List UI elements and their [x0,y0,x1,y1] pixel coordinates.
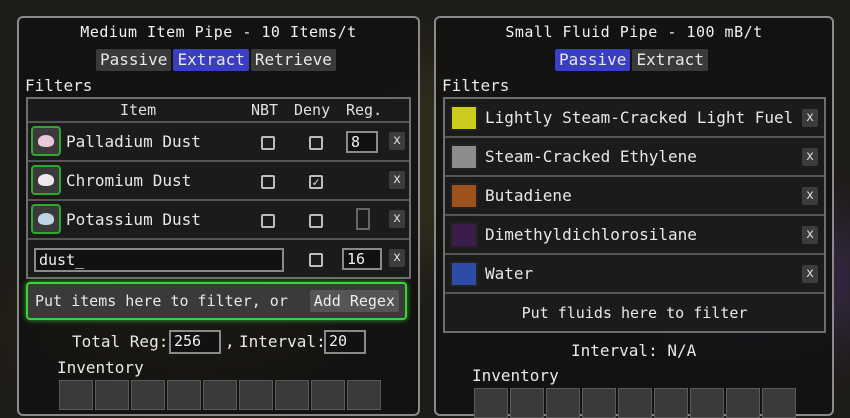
item-name: Palladium Dust [66,132,201,151]
total-reg-field[interactable]: 256 [169,330,221,354]
item-drop-area[interactable]: Put items here to filter, or Add Regex [26,282,407,320]
inventory-slot[interactable] [95,380,129,410]
filter-row: Potassium Dust x [28,201,409,240]
remove-filter-button[interactable]: x [389,249,405,267]
fluid-swatch-icon[interactable] [450,261,478,287]
inventory-slot[interactable] [239,380,273,410]
mode-extract-button[interactable]: Extract [173,49,249,71]
fluid-name: Lightly Steam-Cracked Light Fuel [485,108,794,127]
inventory-slot[interactable] [690,388,724,418]
inventory-slot[interactable] [510,388,544,418]
inventory-label: Inventory [57,358,144,377]
mode-extract-button[interactable]: Extract [632,49,708,71]
inventory-slot[interactable] [275,380,309,410]
reg-disabled-field [356,208,370,230]
fluid-pipe-title: Small Fluid Pipe - 100 mB/t [505,23,763,41]
fluid-pipe-mode-tabs: Passive Extract [555,49,708,71]
fluid-row: Butadiene x [445,177,824,216]
inventory-slot[interactable] [582,388,616,418]
header-item: Item [120,101,157,119]
inventory-slot[interactable] [59,380,93,410]
remove-filter-button[interactable]: x [389,210,405,228]
inventory-slot[interactable] [618,388,652,418]
item-slot[interactable] [31,126,61,156]
nbt-checkbox[interactable] [261,136,275,150]
interval-field[interactable]: 20 [324,330,366,354]
fluid-swatch-icon[interactable] [450,105,478,131]
inventory-slot[interactable] [167,380,201,410]
fluid-name: Steam-Cracked Ethylene [485,147,697,166]
item-slot[interactable] [31,165,61,195]
remove-filter-button[interactable]: x [389,171,405,189]
remove-fluid-button[interactable]: x [802,187,818,205]
header-nbt: NBT [251,101,279,119]
filters-label: Filters [25,76,93,95]
fluid-row: Dimethyldichlorosilane x [445,216,824,255]
fluid-swatch-icon[interactable] [450,222,478,248]
inventory-label: Inventory [472,366,559,385]
drop-area-label: Put items here to filter, or [35,292,288,310]
fluid-row: Steam-Cracked Ethylene x [445,138,824,177]
item-name: Chromium Dust [66,171,192,190]
item-pipe-panel: Medium Item Pipe - 10 Items/t Passive Ex… [17,16,420,416]
nbt-checkbox[interactable] [261,214,275,228]
inventory-slot[interactable] [347,380,381,410]
interval-label: Interval: N/A [571,341,697,360]
fluid-filter-table: Lightly Steam-Cracked Light Fuel x Steam… [443,97,826,333]
nbt-checkbox[interactable] [261,175,275,189]
deny-checkbox[interactable] [309,253,323,267]
filter-row: Palladium Dust 8 x [28,123,409,162]
fluid-swatch-icon[interactable] [450,183,478,209]
header-reg: Reg. [346,101,383,119]
filters-label: Filters [442,76,510,95]
inventory-slot[interactable] [474,388,508,418]
item-name: Potassium Dust [66,210,201,229]
header-deny: Deny [294,101,331,119]
item-slot[interactable] [31,204,61,234]
inventory-slot[interactable] [131,380,165,410]
total-reg-label: Total Reg: [72,332,169,351]
mode-passive-button[interactable]: Passive [96,49,172,71]
add-regex-button[interactable]: Add Regex [309,290,399,312]
fluid-name: Water [485,264,534,283]
deny-checkbox[interactable]: ✓ [309,175,323,189]
inventory-slot[interactable] [654,388,688,418]
fluid-pipe-panel: Small Fluid Pipe - 100 mB/t Passive Extr… [434,16,834,418]
remove-fluid-button[interactable]: x [802,265,818,283]
fluid-name: Butadiene [485,186,572,205]
palladium-dust-icon [38,135,54,147]
inventory-slot[interactable] [203,380,237,410]
item-pipe-mode-tabs: Passive Extract Retrieve [96,49,336,71]
fluid-row: Water x [445,255,824,294]
chromium-dust-icon [38,174,54,186]
inventory-slot[interactable] [546,388,580,418]
fluid-row: Lightly Steam-Cracked Light Fuel x [445,99,824,138]
inventory-slot[interactable] [762,388,796,418]
comma-separator: , [225,332,235,351]
regex-input[interactable]: dust_ [34,248,284,272]
deny-checkbox[interactable] [309,136,323,150]
remove-fluid-button[interactable]: x [802,109,818,127]
inventory-slot[interactable] [726,388,760,418]
fluid-name: Dimethyldichlorosilane [485,225,697,244]
item-filter-table: Item NBT Deny Reg. Palladium Dust 8 x Ch… [26,97,411,279]
interval-label: Interval: [239,332,326,351]
item-pipe-title: Medium Item Pipe - 10 Items/t [80,23,357,41]
remove-filter-button[interactable]: x [389,132,405,150]
fluid-swatch-icon[interactable] [450,144,478,170]
inventory-slot[interactable] [311,380,345,410]
reg-count-field[interactable]: 16 [342,248,382,270]
mode-passive-button[interactable]: Passive [555,49,631,71]
filter-row: Chromium Dust ✓ x [28,162,409,201]
remove-fluid-button[interactable]: x [802,148,818,166]
deny-checkbox[interactable] [309,214,323,228]
remove-fluid-button[interactable]: x [802,226,818,244]
reg-count-field[interactable]: 8 [346,131,378,153]
mode-retrieve-button[interactable]: Retrieve [250,49,336,71]
regex-filter-row: dust_ 16 x [28,240,409,279]
fluid-drop-area[interactable]: Put fluids here to filter [445,296,824,330]
potassium-dust-icon [38,213,54,225]
